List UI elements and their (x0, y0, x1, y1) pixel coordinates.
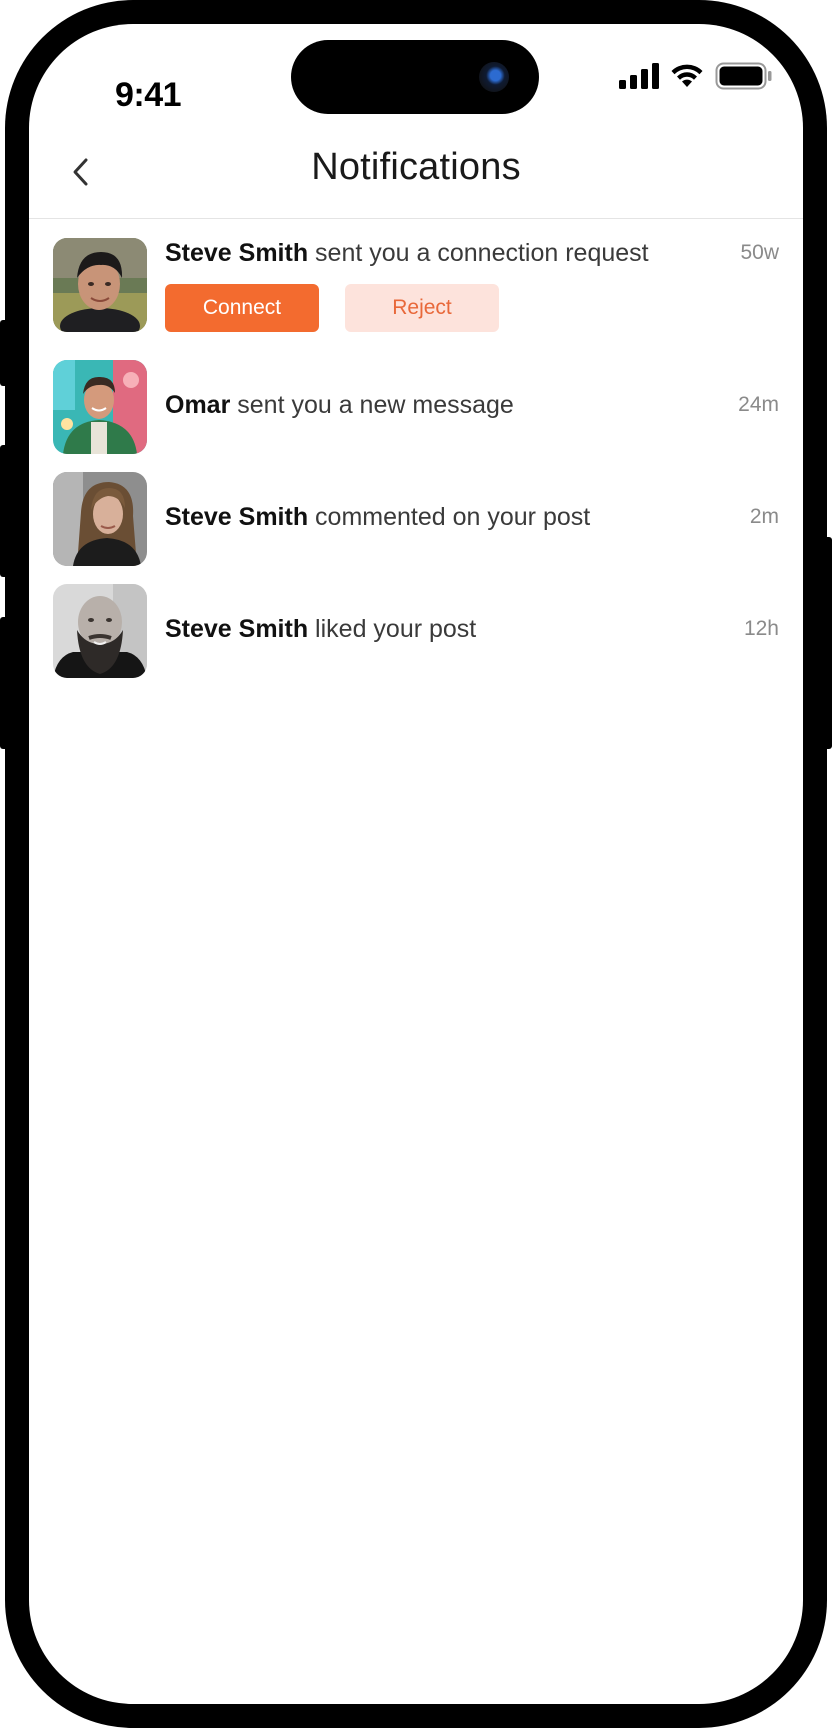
notification-time: 12h (743, 617, 779, 640)
notification-message: sent you a new message (230, 391, 514, 419)
notification-message: commented on your post (308, 503, 591, 531)
notification-sender[interactable]: Steve Smith (165, 615, 308, 643)
avatar[interactable] (53, 360, 147, 454)
notification-sender[interactable]: Omar (165, 391, 230, 419)
notification-text: Steve Smith commented on your post (165, 503, 590, 532)
avatar[interactable] (53, 584, 147, 678)
status-icons (619, 62, 773, 90)
notification-time: 2m (749, 505, 779, 528)
notification-sender[interactable]: Steve Smith (165, 239, 308, 267)
notification-item[interactable]: Omar sent you a new message 24m (53, 360, 779, 456)
header-divider (29, 218, 803, 219)
battery-icon (715, 62, 772, 90)
avatar[interactable] (53, 238, 147, 332)
phone-frame: 9:41 Notifications Steve Smith sent you … (5, 0, 827, 1728)
status-time: 9:41 (115, 76, 182, 114)
request-actions: Connect Reject (165, 284, 499, 332)
screen: 9:41 Notifications Steve Smith sent you … (29, 24, 803, 1704)
camera-icon (479, 62, 509, 92)
notification-sender[interactable]: Steve Smith (165, 503, 308, 531)
reject-button[interactable]: Reject (345, 284, 499, 332)
notification-text: Omar sent you a new message (165, 391, 514, 420)
notification-text: Steve Smith sent you a connection reques… (165, 239, 649, 268)
connect-button[interactable]: Connect (165, 284, 319, 332)
notification-text: Steve Smith liked your post (165, 615, 476, 644)
notification-message: liked your post (308, 615, 477, 643)
avatar[interactable] (53, 472, 147, 566)
notification-item[interactable]: Steve Smith commented on your post 2m (53, 472, 779, 568)
notification-item[interactable]: Steve Smith sent you a connection reques… (53, 238, 779, 334)
wifi-icon (671, 64, 703, 87)
notification-time: 24m (738, 393, 779, 416)
notification-item[interactable]: Steve Smith liked your post 12h (53, 584, 779, 680)
page-title: Notifications (311, 146, 521, 188)
notification-message: sent you a connection request (308, 239, 649, 267)
notification-time: 50w (740, 241, 779, 264)
dynamic-island (291, 40, 539, 114)
signal-icon (619, 63, 659, 89)
